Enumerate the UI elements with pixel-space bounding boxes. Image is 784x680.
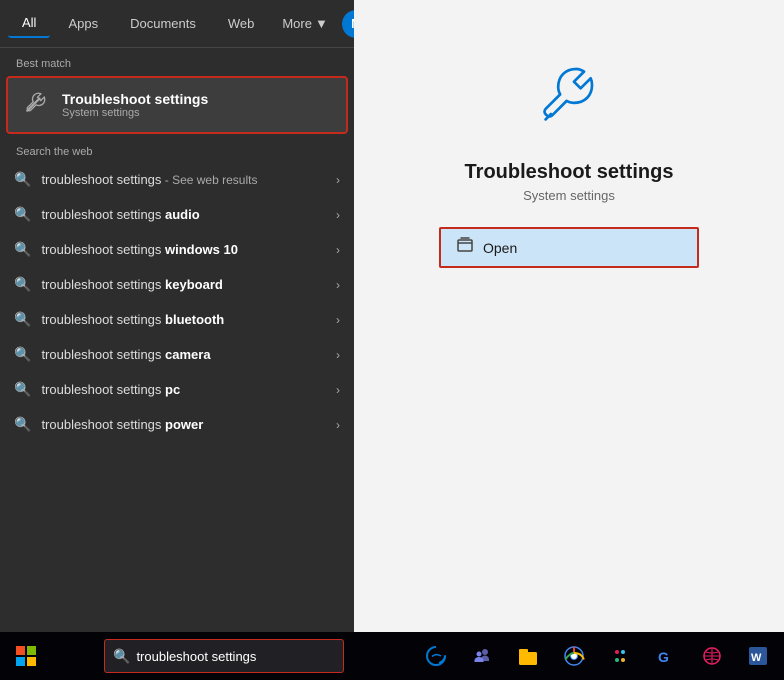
search-web-label: Search the web bbox=[0, 134, 354, 162]
taskbar-search-box[interactable]: 🔍 bbox=[104, 639, 344, 673]
tab-web[interactable]: Web bbox=[214, 10, 269, 37]
start-menu: All Apps Documents Web More ▼ N 🗨 ⋯ ✕ Be… bbox=[0, 0, 784, 632]
wrench-icon bbox=[22, 88, 50, 122]
search-item-windows10[interactable]: 🔍 troubleshoot settings windows 10 › bbox=[0, 232, 354, 267]
chevron-down-icon: ▼ bbox=[315, 16, 328, 31]
vpn-icon[interactable] bbox=[690, 634, 734, 678]
chevron-icon-4: › bbox=[336, 313, 340, 327]
search-icon-5: 🔍 bbox=[14, 346, 31, 363]
chevron-icon-0: › bbox=[336, 173, 340, 187]
best-match-label: Best match bbox=[0, 48, 354, 76]
search-item-power[interactable]: 🔍 troubleshoot settings power › bbox=[0, 407, 354, 442]
search-icon-3: 🔍 bbox=[14, 276, 31, 293]
svg-text:W: W bbox=[751, 652, 762, 664]
svg-text:G: G bbox=[658, 649, 669, 665]
right-panel-subtitle: System settings bbox=[523, 188, 615, 203]
best-match-item[interactable]: Troubleshoot settings System settings bbox=[6, 76, 348, 134]
google-icon[interactable]: G bbox=[644, 634, 688, 678]
search-item-keyboard[interactable]: 🔍 troubleshoot settings keyboard › bbox=[0, 267, 354, 302]
left-panel: All Apps Documents Web More ▼ N 🗨 ⋯ ✕ Be… bbox=[0, 0, 354, 632]
nav-tabs: All Apps Documents Web More ▼ N 🗨 ⋯ ✕ bbox=[0, 0, 354, 48]
taskbar: 🔍 bbox=[0, 632, 784, 680]
taskbar-app-icons: G W bbox=[414, 634, 780, 678]
search-icon-0: 🔍 bbox=[14, 171, 31, 188]
search-item-audio[interactable]: 🔍 troubleshoot settings audio › bbox=[0, 197, 354, 232]
open-label: Open bbox=[483, 240, 517, 256]
best-match-subtitle: System settings bbox=[62, 107, 208, 119]
chrome-icon[interactable] bbox=[552, 634, 596, 678]
edge-icon[interactable] bbox=[414, 634, 458, 678]
tab-documents[interactable]: Documents bbox=[116, 10, 210, 37]
chevron-icon-1: › bbox=[336, 208, 340, 222]
search-item-pc[interactable]: 🔍 troubleshoot settings pc › bbox=[0, 372, 354, 407]
right-panel: Troubleshoot settings System settings Op… bbox=[354, 0, 784, 632]
right-panel-title: Troubleshoot settings bbox=[465, 161, 674, 184]
search-icon-6: 🔍 bbox=[14, 381, 31, 398]
slack-icon[interactable] bbox=[598, 634, 642, 678]
search-icon-4: 🔍 bbox=[14, 311, 31, 328]
best-match-text: Troubleshoot settings System settings bbox=[62, 91, 208, 119]
best-match-title: Troubleshoot settings bbox=[62, 91, 208, 107]
search-icon-1: 🔍 bbox=[14, 206, 31, 223]
chevron-icon-5: › bbox=[336, 348, 340, 362]
search-item-camera[interactable]: 🔍 troubleshoot settings camera › bbox=[0, 337, 354, 372]
tab-more[interactable]: More ▼ bbox=[272, 10, 338, 37]
file-explorer-icon[interactable] bbox=[506, 634, 550, 678]
taskbar-search-icon: 🔍 bbox=[113, 648, 130, 665]
search-icon-7: 🔍 bbox=[14, 416, 31, 433]
chevron-icon-6: › bbox=[336, 383, 340, 397]
taskbar-search-input[interactable] bbox=[136, 649, 296, 664]
search-items-list: 🔍 troubleshoot settings - See web result… bbox=[0, 162, 354, 632]
open-button[interactable]: Open bbox=[439, 227, 699, 268]
search-icon-2: 🔍 bbox=[14, 241, 31, 258]
chevron-icon-7: › bbox=[336, 418, 340, 432]
start-button[interactable] bbox=[4, 634, 48, 678]
open-icon bbox=[457, 237, 475, 258]
tab-all[interactable]: All bbox=[8, 9, 50, 38]
search-item-web-results[interactable]: 🔍 troubleshoot settings - See web result… bbox=[0, 162, 354, 197]
chevron-icon-2: › bbox=[336, 243, 340, 257]
word-icon[interactable]: W bbox=[736, 634, 780, 678]
large-wrench-icon bbox=[533, 60, 605, 145]
teams-icon[interactable] bbox=[460, 634, 504, 678]
tab-apps[interactable]: Apps bbox=[54, 10, 112, 37]
search-item-bluetooth[interactable]: 🔍 troubleshoot settings bluetooth › bbox=[0, 302, 354, 337]
chevron-icon-3: › bbox=[336, 278, 340, 292]
